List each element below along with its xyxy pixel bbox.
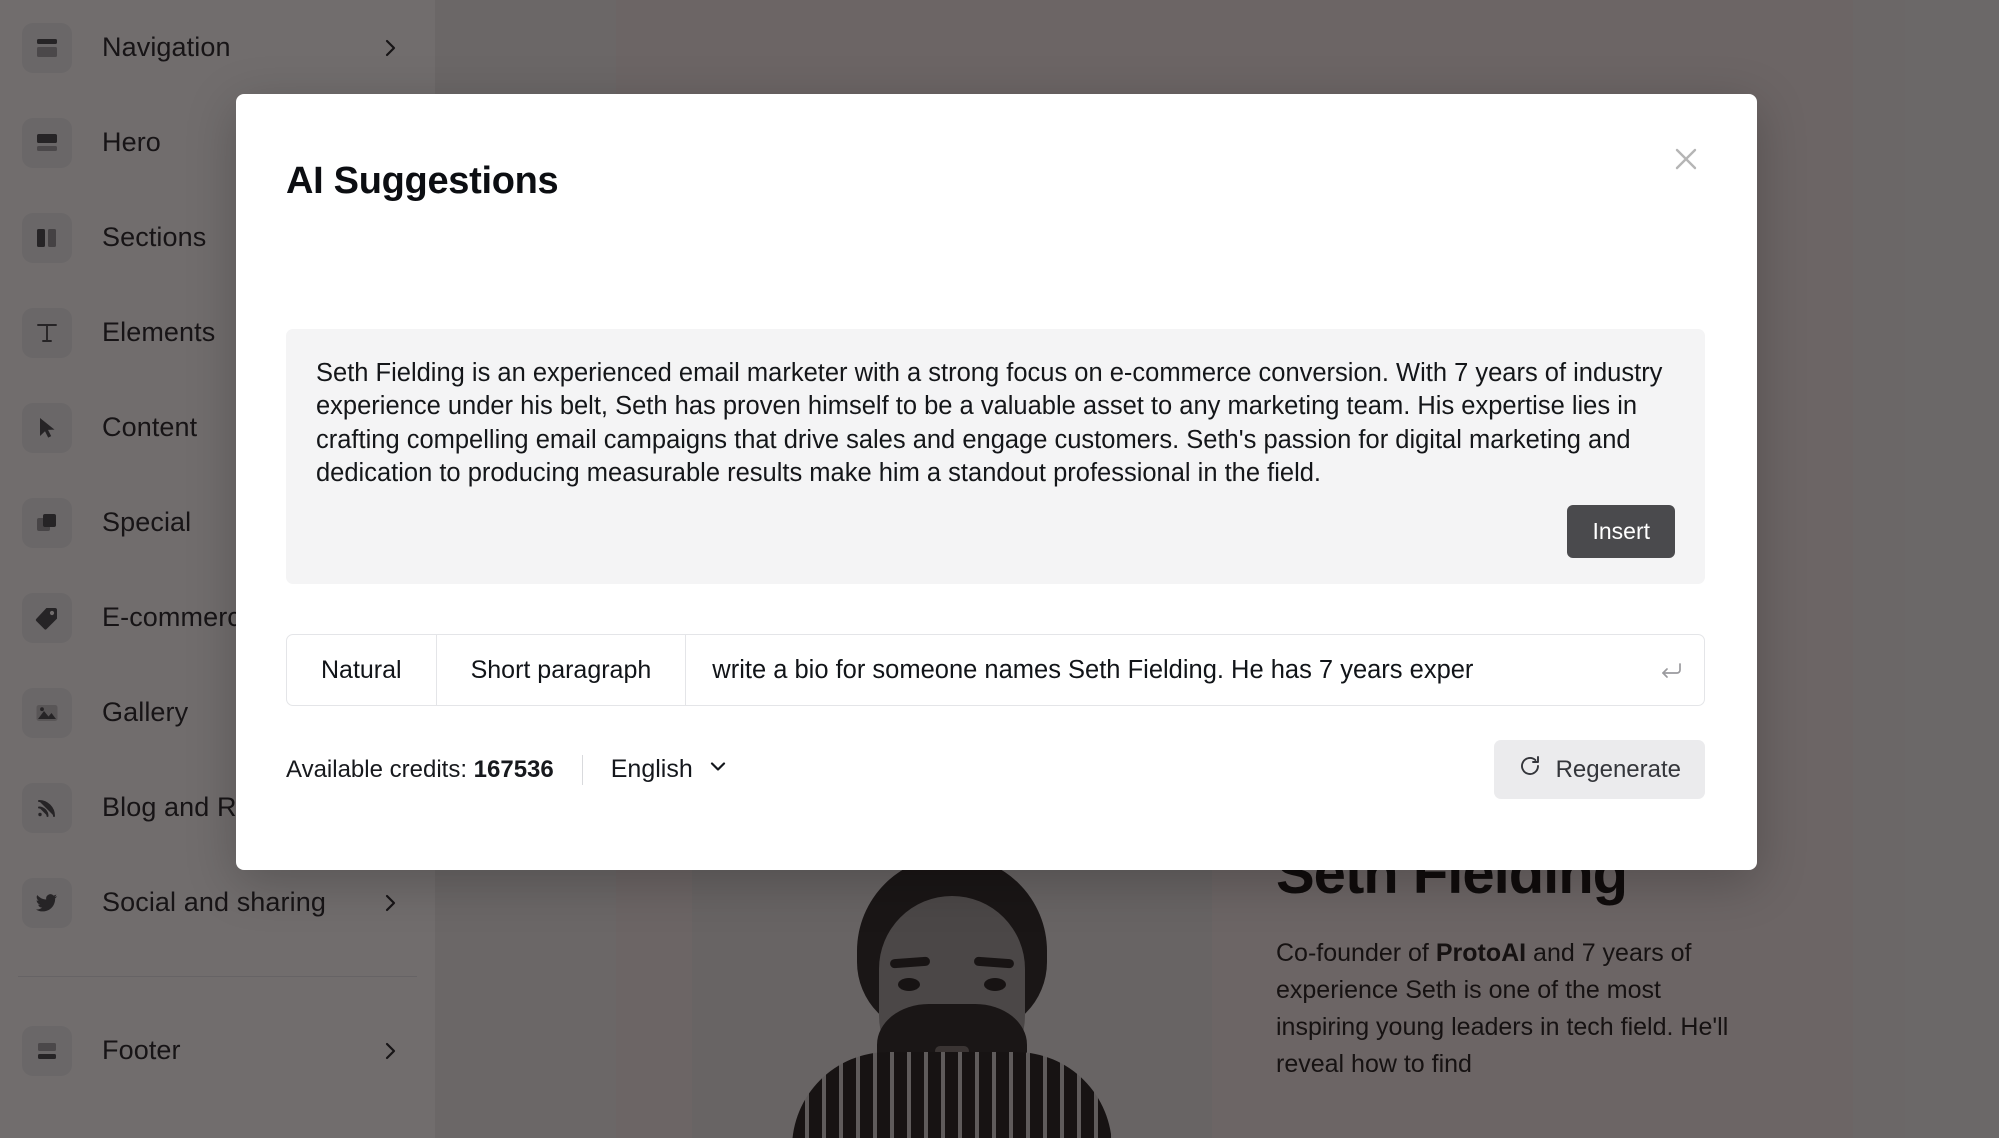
prompt-input[interactable]	[712, 655, 1646, 685]
credits-label: Available credits:	[286, 755, 467, 783]
prompt-input-wrapper	[686, 635, 1704, 705]
prompt-controls-row: Natural Short paragraph	[286, 634, 1705, 706]
available-credits: Available credits: 167536	[286, 756, 554, 784]
credits-value: 167536	[473, 755, 554, 783]
regenerate-button[interactable]: Regenerate	[1493, 740, 1705, 799]
insert-button[interactable]: Insert	[1567, 504, 1675, 558]
modal-title: AI Suggestions	[286, 160, 559, 202]
close-icon[interactable]	[1663, 136, 1709, 182]
regenerate-label: Regenerate	[1555, 755, 1681, 783]
tone-select-natural[interactable]: Natural	[287, 635, 437, 705]
language-select[interactable]: English	[611, 755, 729, 784]
enter-return-icon[interactable]	[1658, 657, 1684, 683]
refresh-icon	[1518, 754, 1542, 785]
suggestion-card: Seth Fielding is an experienced email ma…	[286, 329, 1705, 584]
chevron-down-icon	[707, 755, 729, 784]
length-select-short-paragraph[interactable]: Short paragraph	[437, 635, 687, 705]
modal-footer-row: Available credits: 167536 English Regene…	[286, 740, 1705, 799]
insert-row: Insert	[316, 504, 1675, 558]
suggestion-text: Seth Fielding is an experienced email ma…	[316, 359, 1663, 488]
footer-divider	[581, 754, 583, 785]
language-label: English	[610, 755, 693, 783]
